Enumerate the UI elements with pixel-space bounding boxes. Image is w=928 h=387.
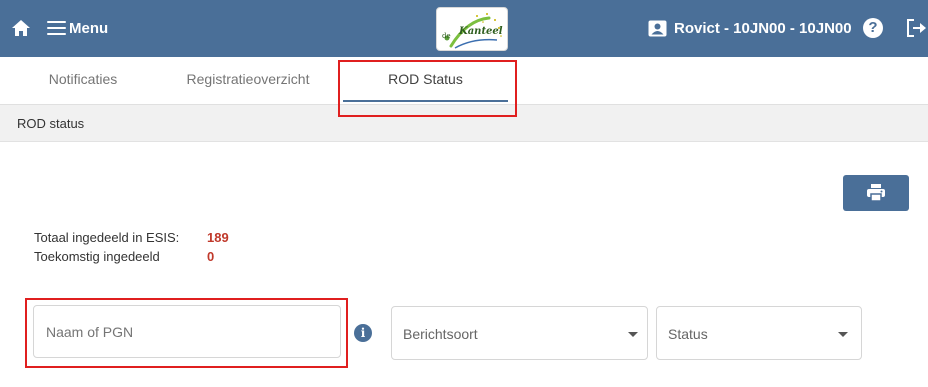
breadcrumb-label: ROD status <box>17 116 85 131</box>
user-account[interactable]: Rovict - 10JN00 - 10JN00 <box>648 17 852 39</box>
logout-icon[interactable] <box>905 18 928 38</box>
stat-label-total: Totaal ingedeeld in ESIS: <box>34 230 180 245</box>
help-icon[interactable]: ? <box>863 18 883 38</box>
user-label: Rovict - 10JN00 - 10JN00 <box>674 19 852 37</box>
top-bar: Menu de Kanteel Rovict - 10JN00 - 10JN00… <box>0 0 928 57</box>
svg-text:Kanteel: Kanteel <box>458 26 503 37</box>
tab-notificaties[interactable]: Notificaties <box>20 57 146 104</box>
print-icon <box>867 184 885 202</box>
menu-icon <box>47 21 66 35</box>
home-icon[interactable] <box>11 18 31 38</box>
status-label: Status <box>668 326 708 342</box>
stat-label-future: Toekomstig ingedeeld <box>34 249 160 264</box>
kanteel-logo: de Kanteel <box>436 7 508 51</box>
berichtsoort-label: Berichtsoort <box>403 326 478 342</box>
status-select[interactable]: Status <box>656 306 862 360</box>
menu-label: Menu <box>69 19 109 37</box>
stat-value-future: 0 <box>207 249 215 264</box>
chevron-down-icon <box>838 332 848 337</box>
tab-registratieoverzicht[interactable]: Registratieoverzicht <box>160 57 336 104</box>
info-icon[interactable]: i <box>354 324 372 342</box>
svg-text:de: de <box>442 32 451 40</box>
print-button[interactable] <box>843 175 909 211</box>
highlight-box-search <box>25 298 348 368</box>
chevron-down-icon <box>628 332 638 337</box>
user-card-icon <box>648 20 667 36</box>
highlight-box-tab <box>338 60 517 117</box>
berichtsoort-select[interactable]: Berichtsoort <box>391 306 648 360</box>
stat-value-total: 189 <box>207 230 229 245</box>
menu-button[interactable]: Menu <box>47 17 108 39</box>
